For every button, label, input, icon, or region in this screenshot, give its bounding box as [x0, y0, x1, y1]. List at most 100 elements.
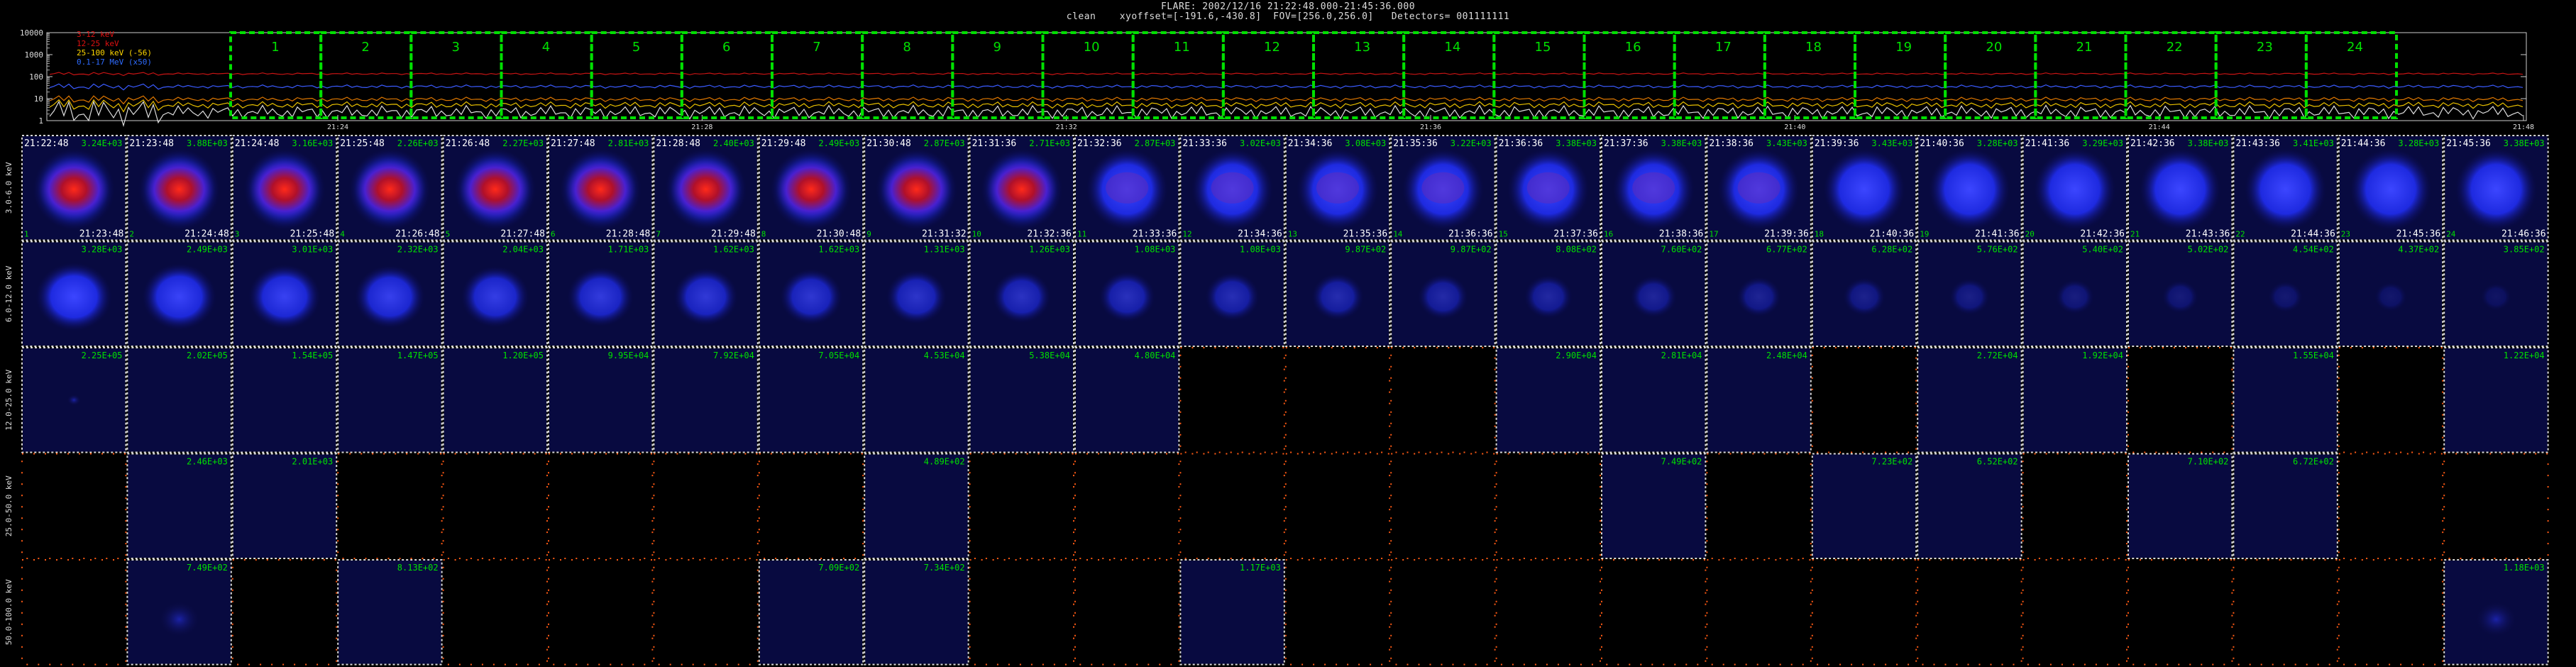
cell-peak-value: 2.90E+04 [1556, 351, 1597, 360]
lc-ytick-label: 10000 [20, 28, 43, 38]
image-cell [1286, 348, 1389, 452]
lc-frame [46, 32, 2527, 121]
cell-start-time: 21:43:36 [2235, 138, 2280, 149]
image-cell [338, 348, 441, 452]
cell-end-time: 21:34:36 [1238, 229, 1282, 240]
cell-end-time: 21:29:48 [711, 229, 756, 240]
purple-source-core [1737, 172, 1780, 204]
image-cell [1076, 348, 1179, 452]
cell-peak-value: 2.49E+03 [187, 245, 228, 255]
cell-peak-value: 6.28E+02 [1871, 245, 1912, 255]
source-halo [2350, 148, 2432, 231]
cell-end-time: 21:33:36 [1133, 229, 1177, 240]
cell-peak-value: 2.01E+03 [292, 457, 333, 467]
lc-interval-number: 12 [1264, 40, 1280, 55]
cell-peak-value: 6.52E+02 [1977, 457, 2018, 467]
lc-interval-number: 23 [2257, 40, 2273, 55]
lc-interval-number: 9 [993, 40, 1001, 55]
cell-peak-value: 5.38E+04 [1029, 351, 1070, 360]
purple-source-core [1211, 172, 1254, 204]
image-cell [1181, 561, 1284, 664]
cell-index: 15 [1499, 230, 1508, 239]
red-source-core [776, 158, 847, 221]
cell-start-time: 21:41:36 [2025, 138, 2070, 149]
cell-peak-value: 2.87E+03 [1135, 138, 1176, 148]
cell-peak-value: 9.87E+02 [1345, 245, 1386, 255]
cell-peak-value: 3.28E+03 [82, 245, 123, 255]
cell-peak-value: 6.77E+02 [1766, 245, 1807, 255]
image-cell [1181, 454, 1284, 558]
image-cell [759, 454, 863, 558]
source-blob [1949, 278, 1991, 316]
image-cell [338, 454, 441, 558]
lc-ytick-label: 100 [29, 72, 43, 82]
cell-end-time: 21:43:36 [2186, 229, 2230, 240]
cell-peak-value: 1.22E+04 [2504, 351, 2545, 360]
cell-start-time: 21:38:36 [1709, 138, 1754, 149]
image-cell [2445, 348, 2548, 452]
cell-peak-value: 4.89E+02 [924, 457, 965, 467]
red-source-core [143, 158, 215, 221]
cell-peak-value: 2.02E+05 [187, 351, 228, 360]
cell-peak-value: 6.72E+02 [2293, 457, 2334, 467]
image-cell [1707, 561, 1810, 664]
source-blob [35, 262, 113, 331]
source-blob [1099, 271, 1156, 323]
cell-peak-value: 3.29E+03 [2082, 138, 2123, 148]
cell-end-time: 21:27:48 [500, 229, 545, 240]
image-cell [865, 348, 968, 452]
lc-interval-number: 14 [1444, 40, 1460, 55]
cell-peak-value: 2.40E+03 [713, 138, 754, 148]
cell-peak-value: 7.49E+02 [1661, 457, 1702, 467]
image-cell [865, 454, 968, 558]
cell-start-time: 21:22:48 [24, 138, 69, 149]
image-cell [2234, 348, 2337, 452]
cell-end-time: 21:45:36 [2396, 229, 2441, 240]
source-blob [2480, 282, 2512, 311]
image-cell [865, 561, 968, 664]
image-cell [2023, 348, 2126, 452]
cell-peak-value: 2.04E+03 [502, 245, 544, 255]
lc-xtick-label: 21:36 [1420, 123, 1441, 131]
cell-start-time: 21:40:36 [1920, 138, 1964, 149]
cell-index: 21 [2130, 230, 2140, 239]
image-cell [128, 348, 231, 452]
lc-interval-number: 22 [2167, 40, 2183, 55]
cell-index: 9 [866, 230, 871, 239]
image-cell [2023, 561, 2126, 664]
purple-source-core [1106, 172, 1149, 204]
source-blob [354, 265, 426, 329]
lc-trace-blue [49, 83, 2523, 91]
image-cell [1602, 348, 1705, 452]
cell-index: 3 [235, 230, 240, 239]
cell-peak-value: 1.62E+03 [818, 245, 859, 255]
cell-peak-value: 7.09E+02 [818, 563, 859, 573]
lc-interval-number: 1 [271, 40, 279, 55]
lc-trace-white [49, 100, 2523, 128]
lc-interval-number: 15 [1535, 40, 1551, 55]
cell-peak-value: 8.13E+02 [397, 563, 439, 573]
cell-index: 22 [2235, 230, 2245, 239]
faint-source [2475, 600, 2518, 638]
lc-interval-number: 13 [1354, 40, 1370, 55]
image-cell [2234, 561, 2337, 664]
image-cell [1918, 561, 2021, 664]
cell-peak-value: 1.26E+03 [1029, 245, 1070, 255]
lc-interval-number: 6 [722, 40, 730, 55]
image-cell [1707, 348, 1810, 452]
cell-end-time: 21:30:48 [817, 229, 862, 240]
cell-peak-value: 1.08E+03 [1240, 245, 1281, 255]
image-cell [654, 561, 757, 664]
image-cell [1392, 454, 1495, 558]
cell-start-time: 21:29:48 [761, 138, 806, 149]
row-energy-label: 50.0-100.0 keV [4, 579, 13, 645]
source-blob [1630, 275, 1678, 318]
cell-peak-value: 2.32E+03 [397, 245, 439, 255]
cell-peak-value: 7.92E+04 [713, 351, 754, 360]
lc-interval-number: 2 [361, 40, 369, 55]
red-source-core [459, 158, 531, 221]
lc-interval-number: 18 [1805, 40, 1822, 55]
cell-end-time: 21:44:36 [2291, 229, 2335, 240]
image-cell [2129, 454, 2232, 558]
image-cell [2339, 561, 2443, 664]
